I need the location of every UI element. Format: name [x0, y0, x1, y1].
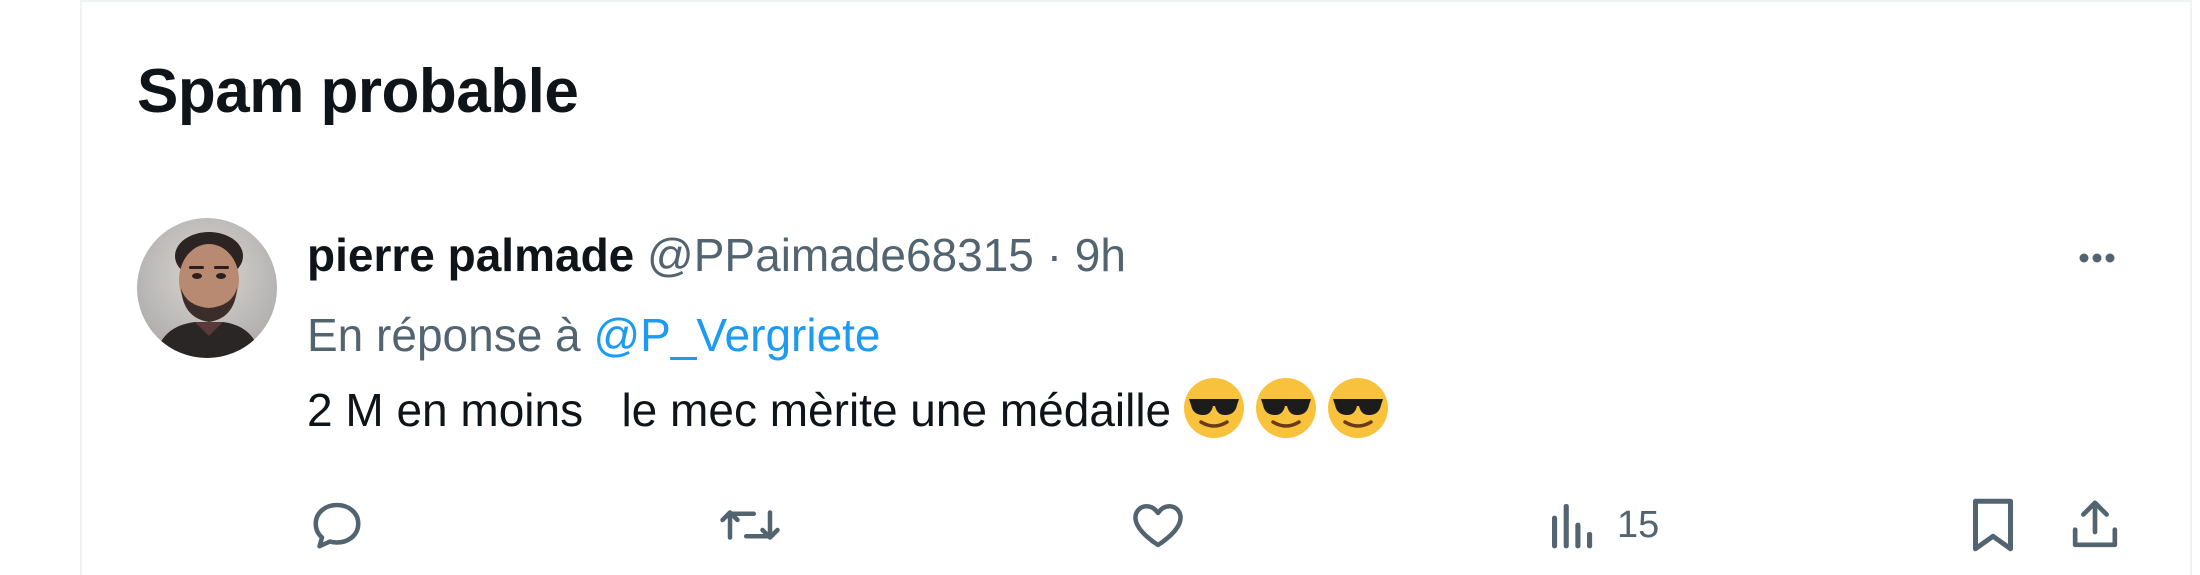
- section-title: Spam probable: [137, 57, 579, 126]
- share-upload-icon: [2072, 500, 2118, 548]
- sunglasses-emoji-icon: [1256, 377, 1317, 438]
- heart-icon: [1133, 504, 1183, 548]
- emoji-row: [1181, 375, 1391, 441]
- avatar[interactable]: [137, 218, 277, 358]
- views-count: 15: [1617, 503, 1660, 546]
- tweet-actions: 15: [307, 490, 2127, 560]
- sunglasses-emoji-icon: [1328, 377, 1389, 438]
- tweet-header: pierre palmade @PPaimade68315 · 9h: [307, 210, 2127, 300]
- analytics-bars-icon: [1552, 504, 1593, 549]
- reply-button[interactable]: [307, 490, 367, 560]
- retweet-button[interactable]: [717, 490, 783, 560]
- share-button[interactable]: [2067, 490, 2123, 560]
- reply-context: En réponse à @P_Vergriete: [307, 300, 2127, 370]
- more-horizontal-icon: [2079, 253, 2115, 263]
- views-button[interactable]: 15: [1547, 490, 1659, 560]
- separator-dot: ·: [1046, 229, 1063, 281]
- more-options-button[interactable]: [2067, 228, 2127, 288]
- tweet-body: pierre palmade @PPaimade68315 · 9h En ré…: [307, 210, 2127, 552]
- like-button[interactable]: [1127, 490, 1189, 560]
- tweet-text: 2 M en moins le mec mèrite une médaille: [307, 370, 2127, 450]
- bookmark-button[interactable]: [1967, 490, 2019, 560]
- reply-bubble-icon: [313, 502, 361, 549]
- tweet-card[interactable]: pierre palmade @PPaimade68315 · 9h En ré…: [137, 210, 2127, 575]
- user-handle[interactable]: @PPaimade68315: [647, 229, 1034, 281]
- reply-to-link[interactable]: @P_Vergriete: [593, 309, 880, 361]
- reply-prefix: En réponse à: [307, 309, 581, 361]
- display-name[interactable]: pierre palmade: [307, 229, 634, 281]
- sunglasses-emoji-icon: [1184, 377, 1245, 438]
- timestamp[interactable]: 9h: [1075, 229, 1126, 281]
- retweet-icon: [720, 510, 780, 540]
- tweet-text-content: 2 M en moins le mec mèrite une médaille: [307, 384, 1172, 436]
- bookmark-icon: [1973, 498, 2013, 552]
